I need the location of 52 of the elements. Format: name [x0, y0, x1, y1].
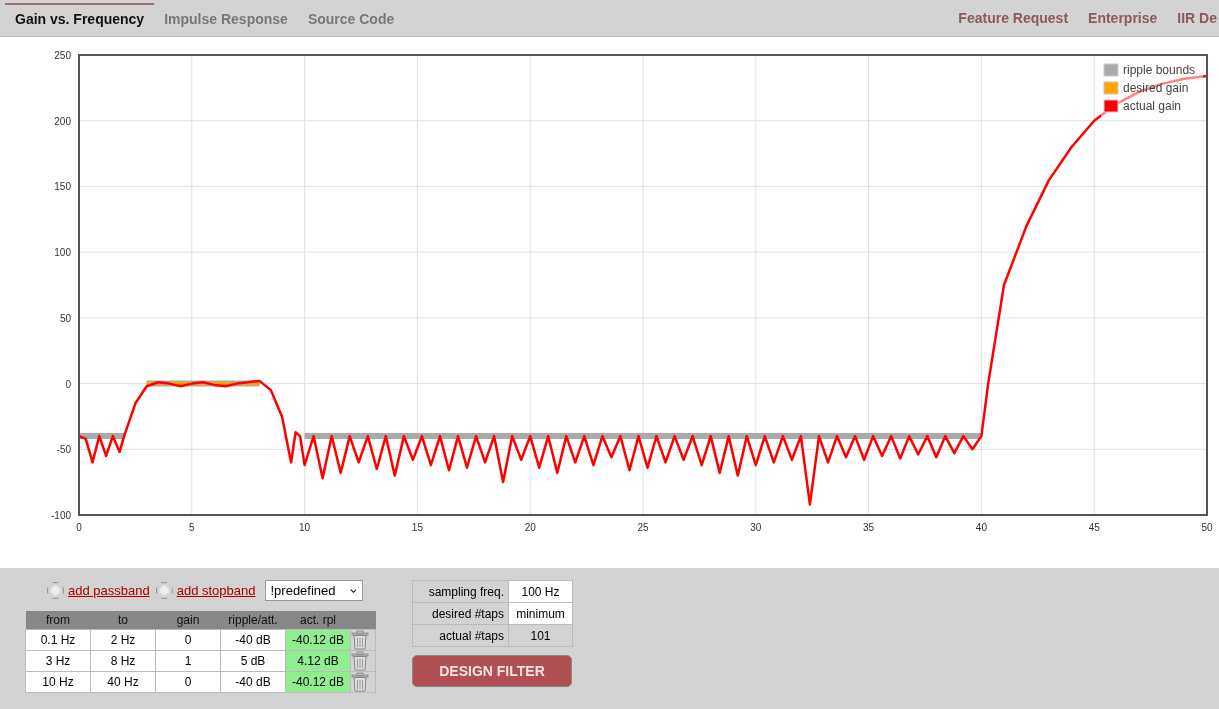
param-value: 101 — [508, 624, 573, 647]
y-tick-label: 200 — [54, 115, 71, 127]
column-header: from — [25, 611, 91, 630]
table-cell: 2 Hz — [90, 629, 156, 651]
x-tick-label: 50 — [1201, 522, 1213, 533]
y-tick-label: -50 — [56, 444, 71, 456]
design-filter-button[interactable]: DESIGN FILTER — [412, 655, 572, 687]
param-field[interactable]: 100 Hz — [508, 580, 573, 603]
nav-link[interactable]: Feature Request — [958, 10, 1069, 26]
tab[interactable]: Gain vs. Frequency — [5, 3, 155, 33]
x-tick-label: 20 — [524, 522, 536, 533]
trash-icon[interactable] — [351, 651, 369, 671]
x-tick-label: 25 — [637, 522, 649, 533]
chevron-down-icon — [349, 587, 357, 594]
table-cell: 0 — [155, 629, 221, 651]
param-label: desired #taps — [412, 602, 509, 625]
x-tick-label: 45 — [1088, 522, 1100, 533]
param-label: actual #taps — [412, 624, 509, 647]
column-header: to — [90, 611, 156, 630]
add-stopband-link[interactable]: add stopband — [155, 582, 256, 599]
legend-label: ripple bounds — [1123, 63, 1196, 77]
x-tick-label: 40 — [975, 522, 987, 533]
column-header: gain — [155, 611, 221, 630]
nav-link[interactable]: IIR De — [1177, 10, 1217, 26]
x-tick-label: 0 — [76, 522, 82, 533]
table-cell: 3 Hz — [25, 650, 91, 672]
y-tick-label: 50 — [59, 312, 71, 324]
x-tick-label: 5 — [189, 522, 195, 533]
column-header: act. rpl — [285, 611, 351, 630]
add-passband-link[interactable]: add passband — [47, 582, 150, 599]
table-cell: -40 dB — [220, 629, 286, 651]
tab[interactable]: Impulse Response — [154, 3, 298, 33]
y-tick-label: -100 — [51, 510, 71, 521]
table-cell: 0.1 Hz — [25, 629, 91, 651]
x-tick-label: 10 — [299, 522, 311, 533]
table-cell: -40.12 dB — [285, 629, 351, 651]
param-label: sampling freq. — [412, 580, 509, 603]
x-tick-label: 30 — [750, 522, 762, 533]
preset-dropdown[interactable]: !predefined — [265, 580, 364, 601]
tab[interactable]: Source Code — [297, 3, 405, 33]
x-tick-label: 35 — [863, 522, 875, 533]
column-header: ripple/att. — [220, 611, 286, 630]
table-cell: 10 Hz — [25, 671, 91, 693]
legend-label: actual gain — [1123, 99, 1182, 113]
y-tick-label: 0 — [65, 378, 71, 390]
trash-icon[interactable] — [351, 630, 369, 650]
y-tick-label: 250 — [54, 50, 71, 61]
y-tick-label: 100 — [54, 247, 71, 259]
trash-icon[interactable] — [351, 672, 369, 692]
x-tick-label: 15 — [411, 522, 423, 533]
nav-link[interactable]: Enterprise — [1088, 10, 1158, 26]
y-tick-label: 150 — [54, 181, 71, 193]
